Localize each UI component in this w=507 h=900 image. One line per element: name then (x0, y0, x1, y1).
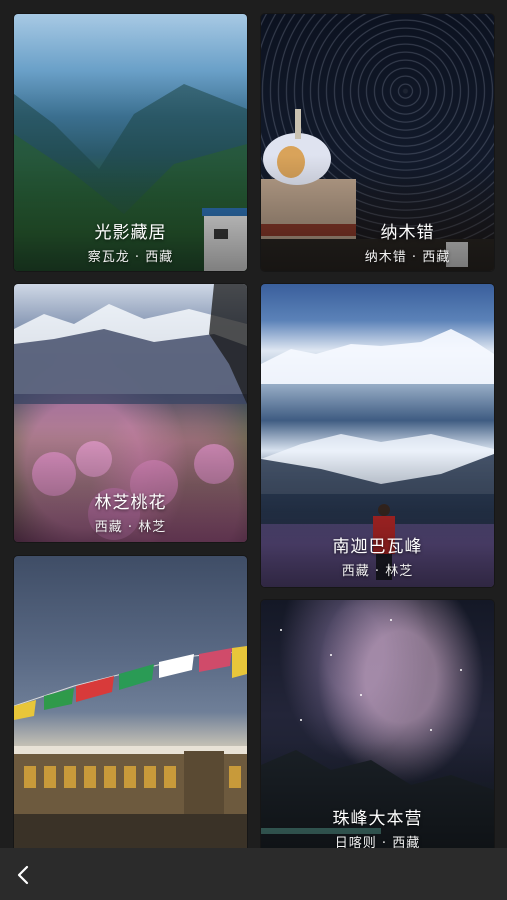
bottom-toolbar (0, 848, 507, 900)
card-title: 珠峰大本营 (332, 809, 423, 829)
card-caption (14, 801, 247, 804)
back-button[interactable] (6, 858, 40, 892)
chevron-left-icon (17, 865, 29, 885)
destination-card-namtso[interactable]: 纳木错 纳木错 · 西藏 (261, 14, 494, 271)
destination-card-everest-base-camp[interactable]: 珠峰大本营 日喀则 · 西藏 (261, 600, 494, 856)
destination-card-namcha-barwa[interactable]: 南迦巴瓦峰 西藏 · 林芝 (261, 284, 494, 587)
card-caption: 光影藏居 察瓦龙 · 西藏 (14, 218, 247, 265)
card-caption: 林芝桃花 西藏 · 林芝 (14, 488, 247, 535)
card-title: 南迦巴瓦峰 (332, 537, 423, 557)
card-subtitle: 察瓦龙 · 西藏 (87, 250, 174, 265)
card-title: 林芝桃花 (94, 493, 167, 513)
card-caption: 南迦巴瓦峰 西藏 · 林芝 (261, 532, 494, 579)
prayer-flags-illustration (14, 646, 247, 856)
card-caption: 纳木错 纳木错 · 西藏 (321, 218, 494, 265)
card-subtitle: 西藏 · 林芝 (94, 520, 167, 535)
destination-card-guangying[interactable]: 光影藏居 察瓦龙 · 西藏 (14, 14, 247, 271)
destination-card-prayer-flags[interactable] (14, 556, 247, 856)
card-title: 纳木错 (380, 223, 435, 243)
card-caption: 珠峰大本营 日喀则 · 西藏 (261, 804, 494, 851)
card-subtitle: 纳木错 · 西藏 (364, 250, 451, 265)
destination-card-linzhi-peach[interactable]: 林芝桃花 西藏 · 林芝 (14, 284, 247, 542)
card-title: 光影藏居 (94, 223, 167, 243)
card-subtitle: 西藏 · 林芝 (341, 564, 414, 579)
